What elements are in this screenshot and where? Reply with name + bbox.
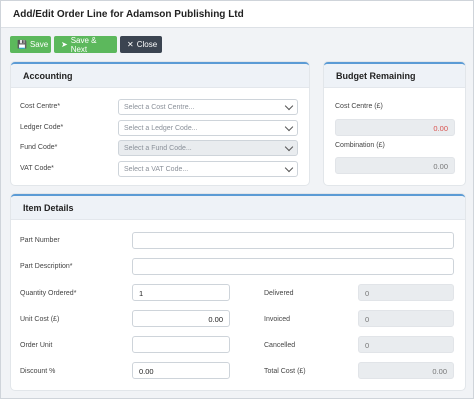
unit-cost-label: Unit Cost (£) [20, 316, 60, 323]
accounting-title: Accounting [23, 71, 73, 81]
save-next-button[interactable]: ➤ Save & Next [54, 35, 117, 54]
cancelled-label: Cancelled [264, 342, 296, 349]
close-button[interactable]: ✕ Close [120, 36, 162, 53]
item-details-panel-header: Item Details [11, 196, 465, 220]
save-button-label: Save [29, 40, 49, 49]
accounting-panel-header: Accounting [11, 64, 309, 88]
arrow-circle-right-icon: ➤ [61, 40, 68, 49]
budget-title: Budget Remaining [336, 71, 416, 81]
unit-cost-input[interactable]: 0.00 [132, 310, 230, 327]
order-line-modal: Add/Edit Order Line for Adamson Publishi… [0, 0, 474, 399]
quantity-input[interactable]: 1 [132, 284, 230, 301]
total-cost-label: Total Cost (£) [264, 368, 306, 375]
cost-centre-placeholder: Select a Cost Centre... [124, 104, 195, 111]
vat-code-placeholder: Select a VAT Code... [124, 166, 189, 173]
part-description-label: Part Description* [20, 263, 73, 270]
save-button[interactable]: 💾 Save [10, 36, 51, 53]
delivered-value: 0 [358, 284, 454, 301]
cost-centre-select[interactable]: Select a Cost Centre... [118, 99, 298, 115]
chevron-down-icon [284, 163, 294, 173]
close-icon: ✕ [127, 40, 134, 49]
item-details-title: Item Details [23, 203, 74, 213]
part-number-label: Part Number [20, 237, 60, 244]
part-description-input[interactable] [132, 258, 454, 275]
ledger-code-select[interactable]: Select a Ledger Code... [118, 120, 298, 136]
accounting-panel: Accounting Cost Centre* Select a Cost Ce… [11, 62, 309, 185]
cancelled-value: 0 [358, 336, 454, 353]
fund-code-label: Fund Code* [20, 144, 58, 151]
part-number-input[interactable] [132, 232, 454, 249]
save-icon: 💾 [17, 40, 27, 49]
budget-combination-label: Combination (£) [335, 142, 385, 149]
chevron-down-icon [284, 142, 294, 152]
budget-cost-centre-label: Cost Centre (£) [335, 103, 383, 110]
fund-code-placeholder: Select a Fund Code... [124, 145, 192, 152]
ledger-code-label: Ledger Code* [20, 124, 64, 131]
modal-title: Add/Edit Order Line for Adamson Publishi… [13, 9, 244, 20]
quantity-label: Quantity Ordered* [20, 290, 77, 297]
total-cost-value: 0.00 [358, 362, 454, 379]
budget-cost-centre-value: 0.00 [335, 119, 455, 136]
chevron-down-icon [284, 122, 294, 132]
order-unit-input[interactable] [132, 336, 230, 353]
invoiced-value: 0 [358, 310, 454, 327]
save-next-button-label: Save & Next [70, 35, 97, 54]
budget-panel: Budget Remaining Cost Centre (£) 0.00 Co… [324, 62, 465, 185]
budget-combination-value: 0.00 [335, 157, 455, 174]
budget-panel-header: Budget Remaining [324, 64, 465, 88]
discount-label: Discount % [20, 368, 56, 375]
budget-combination-amount: 0.00 [433, 162, 448, 171]
order-unit-label: Order Unit [20, 342, 53, 349]
item-details-panel: Item Details Part Number Part Descriptio… [11, 194, 465, 390]
delivered-label: Delivered [264, 290, 294, 297]
vat-code-select[interactable]: Select a VAT Code... [118, 161, 298, 177]
modal-header: Add/Edit Order Line for Adamson Publishi… [1, 1, 473, 28]
discount-input[interactable]: 0.00 [132, 362, 230, 379]
vat-code-label: VAT Code* [20, 165, 54, 172]
budget-cost-centre-amount: 0.00 [433, 124, 448, 133]
chevron-down-icon [284, 101, 294, 111]
ledger-code-placeholder: Select a Ledger Code... [124, 125, 198, 132]
cost-centre-label: Cost Centre* [20, 103, 61, 110]
close-button-label: Close [136, 40, 158, 49]
fund-code-select[interactable]: Select a Fund Code... [118, 140, 298, 156]
invoiced-label: Invoiced [264, 316, 291, 323]
